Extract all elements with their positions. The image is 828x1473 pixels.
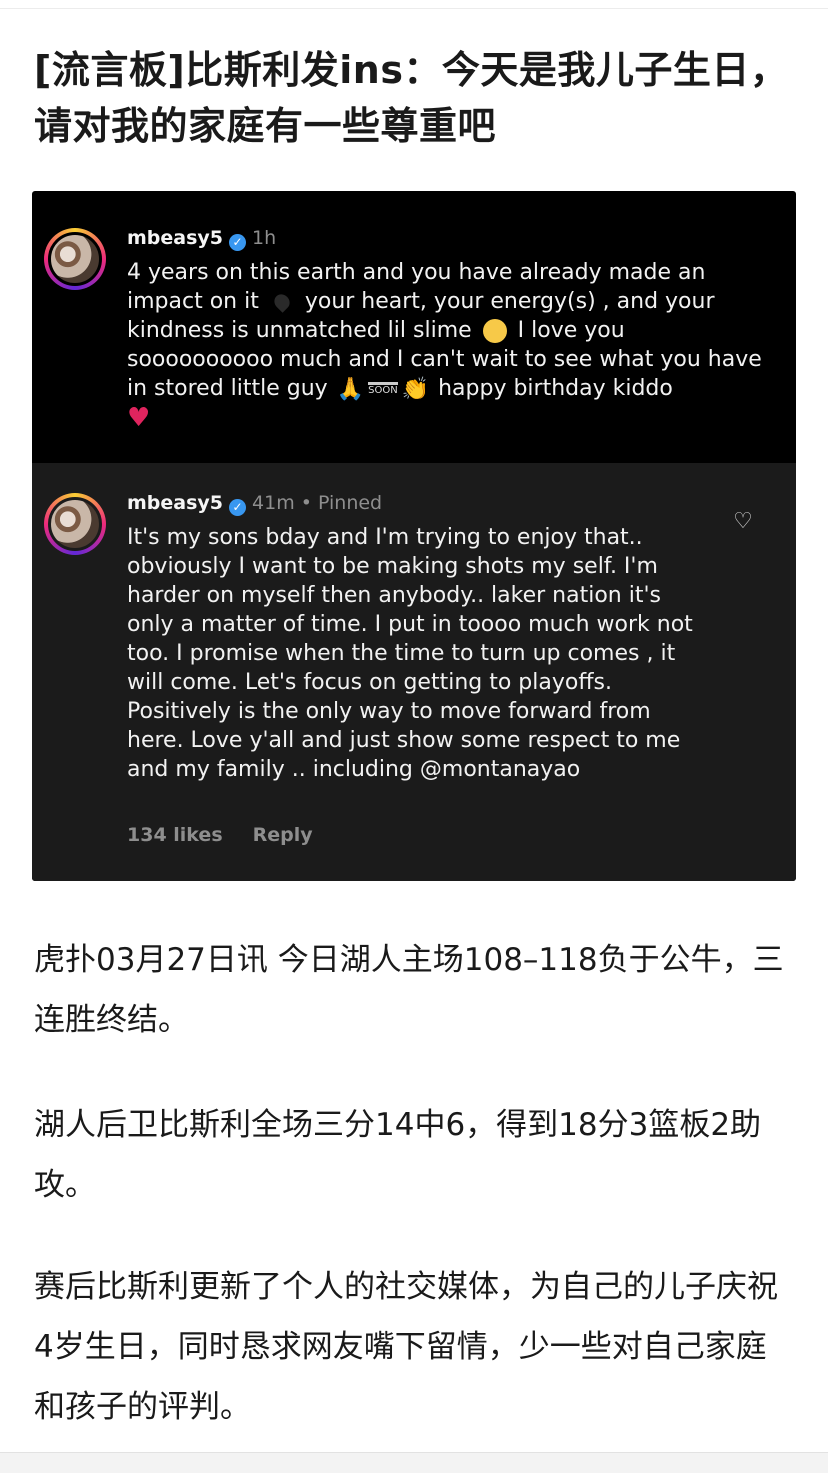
instagram-post: mbeasy5 ✓ 1h 4 years on this earth and you… [32,191,796,463]
pinned-label: • Pinned [300,492,383,514]
folded-hands-icon: 🙏 [336,376,365,402]
avatar [44,493,106,555]
username: mbeasy5 [127,492,224,514]
comment-text: It's my sons bday and I'm trying to enjo… [127,525,693,782]
heart-outline-icon[interactable]: ♡ [732,511,754,533]
username: mbeasy5 [127,227,224,249]
red-heart-icon: ♥ [127,403,151,433]
avatar [44,228,106,290]
post-caption: 4 years on this earth and you have alrea… [127,258,767,433]
comment-time: 41m [252,492,295,514]
black-heart-icon [271,291,293,313]
caption-part-4: happy birthday kiddo [438,376,673,401]
verified-badge-icon: ✓ [229,499,247,516]
comment-meta: mbeasy5 ✓ 41m • Pinned [127,490,382,516]
top-divider [0,8,828,9]
article-title: [流言板]比斯利发ins：今天是我儿子生日，请对我的家庭有一些尊重吧 [34,48,789,148]
paragraph-3: 赛后比斯利更新了个人的社交媒体，为自己的儿子庆祝4岁生日，同时恳求网友嘴下留情，… [34,1269,778,1425]
pleading-face-icon [482,319,507,343]
paragraph-2: 湖人后卫比斯利全场三分14中6，得到18分3篮板2助攻。 [34,1107,762,1203]
paragraph-1: 虎扑03月27日讯 今日湖人主场108–118负于公牛，三连胜终结。 [34,942,784,1038]
verified-badge-icon: ✓ [229,234,247,251]
post-time: 1h [252,227,277,249]
soon-arrow-icon: SOON [368,381,398,397]
instagram-screenshot: mbeasy5 ✓ 1h 4 years on this earth and you… [32,191,796,881]
bottom-toolbar [0,1452,828,1473]
comment-footer: 134 likes Reply [127,824,313,846]
reply-button[interactable]: Reply [253,824,313,846]
pinned-comment: mbeasy5 ✓ 41m • Pinned ♡ It's my sons bday … [32,463,796,881]
clapping-hands-icon: 👏 [401,376,430,402]
likes-count[interactable]: 134 likes [127,824,223,846]
post-meta: mbeasy5 ✓ 1h [127,225,276,251]
